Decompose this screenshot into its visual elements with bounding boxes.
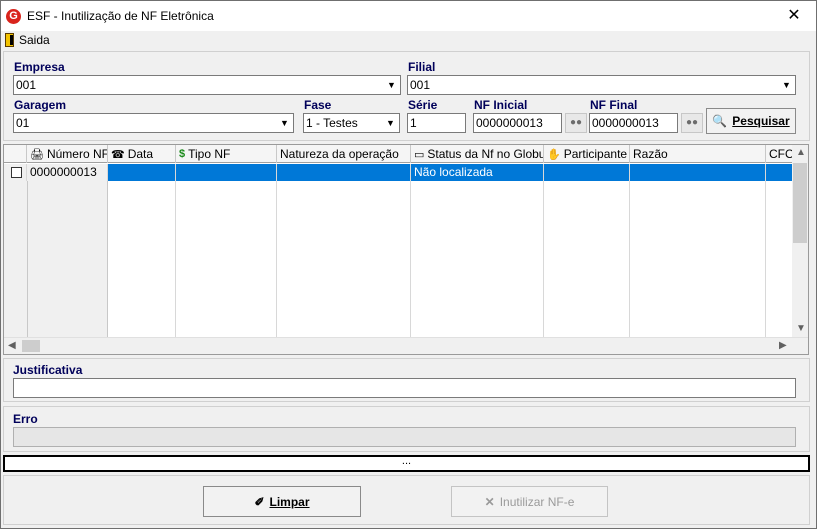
fase-value: 1 - Testes [306,116,358,130]
card-icon: ▭ [414,148,425,161]
filial-value: 001 [410,78,431,92]
row-selector-cell[interactable] [4,164,27,181]
cell-status[interactable]: Não localizada [411,164,544,181]
fase-label: Fase [304,98,332,112]
exit-door-icon [5,33,14,47]
erro-field [13,427,796,447]
calendar-icon: ☎ [111,148,125,161]
cell-razao[interactable] [630,164,766,181]
binoculars-icon: ●● [569,117,583,128]
scroll-up-icon[interactable]: ▲ [796,147,806,158]
menu-item-saida[interactable]: Saida [5,32,50,48]
garagem-value: 01 [16,116,30,130]
cell-cfop[interactable] [766,164,793,181]
nf-final-input[interactable]: 0000000013 [589,113,678,133]
close-icon: ✕ [787,7,801,24]
serie-input[interactable]: 1 [407,113,466,133]
magnifier-document-icon: 🔍 [712,114,728,128]
chevron-down-icon[interactable]: ▼ [276,114,293,132]
filial-select[interactable]: 001 ▼ [407,75,796,95]
search-nf-final-button[interactable]: ●● [681,113,703,133]
limpar-button[interactable]: ✐ Limpar [203,486,361,517]
justificativa-label: Justificativa [13,363,83,377]
garagem-label: Garagem [14,98,67,112]
col-header-cfop[interactable]: CFOP [766,145,793,163]
empresa-value: 001 [16,78,37,92]
col-header-natureza[interactable]: Natureza da operação [277,145,411,163]
col-header-razao[interactable]: Razão [630,145,766,163]
cell-tipo-nf[interactable] [176,164,277,181]
nf-grid[interactable]: 🖨 Número NF ☎ Data $ Tipo NF Natureza da op… [3,144,809,355]
inutilizar-button[interactable]: ✕ Inutilizar NF-e [451,486,608,517]
eraser-icon: ✐ [254,494,265,509]
vertical-scrollbar[interactable]: ▲ ▼ [792,145,808,338]
cell-natureza[interactable] [277,164,411,181]
inutilizar-label: Inutilizar NF-e [499,494,575,509]
col-header-tipo-nf[interactable]: $ Tipo NF [176,145,277,163]
fase-select[interactable]: 1 - Testes ▼ [303,113,400,133]
footer-panel [3,475,810,525]
filters-panel: Empresa 001 ▼ Filial 001 ▼ Garagem 01 ▼ … [3,51,810,141]
pesquisar-button[interactable]: 🔍 Pesquisar [706,108,796,134]
chevron-down-icon[interactable]: ▼ [778,76,795,94]
row-header-column [4,181,108,339]
erro-label: Erro [13,412,38,426]
grid-line [543,181,544,339]
filial-label: Filial [408,60,436,74]
search-nf-inicial-button[interactable]: ●● [565,113,587,133]
binoculars-icon: ●● [685,117,699,128]
garagem-select[interactable]: 01 ▼ [13,113,294,133]
empresa-label: Empresa [14,60,65,74]
justificativa-input[interactable] [13,378,796,398]
chevron-down-icon[interactable]: ▼ [383,76,400,94]
horizontal-scroll-thumb[interactable] [22,340,40,352]
dollar-icon: $ [179,148,186,160]
cell-data[interactable] [108,164,176,181]
vertical-scroll-thumb[interactable] [793,163,807,243]
grid-line [175,181,176,339]
cell-numero-nf[interactable]: 0000000013 [27,164,108,181]
close-button[interactable]: ✕ [772,1,816,31]
horizontal-scrollbar[interactable]: ◀ ▶ [4,337,808,354]
menu-bar: Saida [1,31,816,49]
justificativa-panel: Justificativa [3,358,810,402]
row-checkbox[interactable] [11,167,22,178]
scroll-left-icon[interactable]: ◀ [8,340,16,351]
col-header-numero-nf[interactable]: 🖨 Número NF [27,145,108,163]
erro-panel: Erro [3,406,810,452]
window-title: ESF - Inutilização de NF Eletrônica [27,9,214,23]
handshake-icon: ✋ [547,148,561,161]
col-header-data[interactable]: ☎ Data [108,145,176,163]
app-window: G ESF - Inutilização de NF Eletrônica ✕ … [0,0,817,529]
nf-inicial-input[interactable]: 0000000013 [473,113,562,133]
col-header-participante[interactable]: ✋ Participante [544,145,630,163]
app-logo-icon: G [6,9,21,24]
col-header-selector [4,145,27,163]
grid-line [276,181,277,339]
scroll-right-icon[interactable]: ▶ [779,340,787,351]
chevron-down-icon[interactable]: ▼ [382,114,399,132]
serie-label: Série [408,98,438,112]
grid-line [410,181,411,339]
col-header-status[interactable]: ▭ Status da Nf no Globus [411,145,544,163]
table-row[interactable]: 0000000013 Não localizada [4,164,793,181]
x-icon: ✕ [484,494,495,509]
nf-final-label: NF Final [590,98,638,112]
cell-participante[interactable] [544,164,630,181]
grid-line [765,181,766,339]
grid-line [629,181,630,339]
menu-saida-label: Saida [19,33,50,47]
printer-icon: 🖨 [30,148,44,161]
title-bar: G ESF - Inutilização de NF Eletrônica ✕ [1,1,816,31]
status-bar: ... [3,455,810,472]
grid-header: 🖨 Número NF ☎ Data $ Tipo NF Natureza da op… [4,145,793,163]
grid-line [27,181,28,339]
empresa-select[interactable]: 001 ▼ [13,75,401,95]
limpar-label: Limpar [269,494,310,509]
scroll-down-icon[interactable]: ▼ [796,323,806,334]
nf-inicial-label: NF Inicial [474,98,528,112]
pesquisar-label: Pesquisar [732,114,790,128]
